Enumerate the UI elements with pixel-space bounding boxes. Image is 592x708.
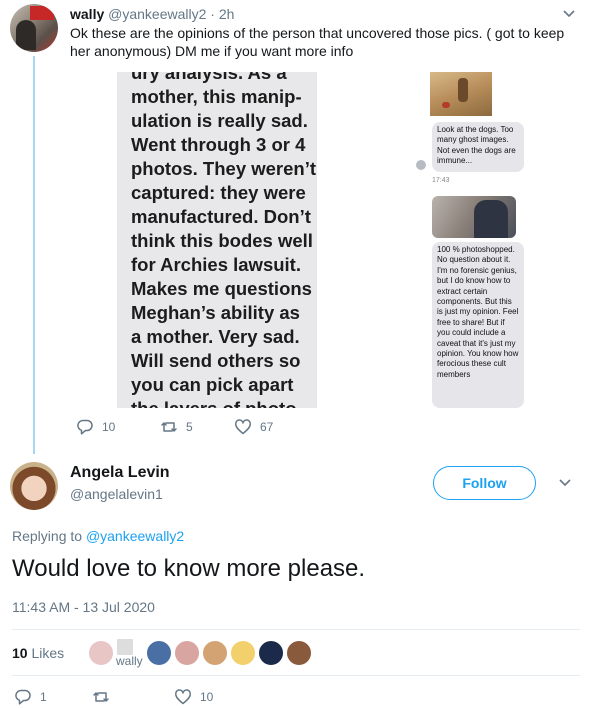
coat-shape bbox=[474, 200, 508, 238]
reply-tweet-text: Would love to know more please. bbox=[12, 555, 366, 582]
retweet-button[interactable]: 5 bbox=[160, 418, 193, 436]
divider bbox=[12, 629, 580, 630]
reply-button[interactable]: 1 bbox=[14, 688, 47, 706]
likes-count: 10 bbox=[12, 645, 28, 661]
liker-avatar[interactable] bbox=[286, 640, 312, 666]
author-name[interactable]: Angela Levin bbox=[70, 464, 170, 482]
people-photo bbox=[432, 196, 516, 238]
heart-icon bbox=[234, 418, 252, 436]
dot-separator: · bbox=[210, 6, 215, 22]
media-right-screenshot[interactable]: Look at the dogs. Too many ghost images.… bbox=[322, 72, 574, 408]
thread-line bbox=[33, 56, 35, 454]
avatar-wally[interactable] bbox=[10, 4, 58, 52]
parent-tweet-text: Ok these are the opinions of the person … bbox=[70, 25, 565, 59]
author-handle[interactable]: @angelalevin1 bbox=[70, 486, 163, 502]
media-line: Went through 3 or 4 bbox=[131, 134, 306, 155]
avatar-angela-levin[interactable] bbox=[10, 462, 58, 510]
replying-handle-link[interactable]: @yankeewally2 bbox=[86, 528, 184, 544]
media-line: Meghan’s ability as bbox=[131, 302, 300, 323]
message-bubble: Look at the dogs. Too many ghost images.… bbox=[432, 122, 524, 172]
dog-shape bbox=[458, 78, 468, 102]
media-line: think this bodes well bbox=[131, 230, 313, 251]
reply-icon bbox=[14, 688, 32, 706]
chevron-down-icon[interactable] bbox=[558, 475, 572, 489]
tweet-timestamp[interactable]: 11:43 AM - 13 Jul 2020 bbox=[12, 599, 155, 615]
reply-button[interactable]: 10 bbox=[76, 418, 115, 436]
avatar-sign bbox=[30, 6, 54, 20]
retweet-icon bbox=[92, 688, 110, 706]
replying-prefix: Replying to bbox=[12, 528, 83, 544]
chevron-down-icon[interactable] bbox=[562, 6, 576, 20]
liker-avatar[interactable] bbox=[258, 640, 284, 666]
media-line: ulation is really sad. bbox=[131, 110, 308, 131]
likes-label: Likes bbox=[31, 645, 65, 661]
liker-avatar[interactable] bbox=[230, 640, 256, 666]
liker-avatar[interactable] bbox=[146, 640, 172, 666]
author-handle[interactable]: @yankeewally2 bbox=[108, 6, 206, 22]
heart-icon bbox=[174, 688, 192, 706]
media-line: you can pick apart bbox=[131, 374, 294, 395]
media-line: mother, this manip- bbox=[131, 86, 302, 107]
tweet-media[interactable]: ury analysis. As a mother, this manip- u… bbox=[70, 72, 574, 408]
reply-count: 10 bbox=[102, 420, 116, 434]
media-line: manufactured. Don’t bbox=[131, 206, 311, 227]
likes-summary[interactable]: 10 Likes bbox=[12, 645, 64, 661]
media-line: for Archies lawsuit. bbox=[131, 254, 301, 275]
like-count: 67 bbox=[260, 420, 274, 434]
reply-count: 1 bbox=[40, 690, 47, 704]
like-button[interactable]: 10 bbox=[174, 688, 213, 706]
dogs-photo bbox=[430, 72, 492, 116]
message-bubble: 100 % photoshopped. No question about it… bbox=[432, 242, 524, 408]
liker-avatar[interactable] bbox=[174, 640, 200, 666]
message-time: 17:43 bbox=[432, 177, 450, 184]
liker-avatar[interactable] bbox=[88, 640, 114, 666]
media-left-screenshot[interactable]: ury analysis. As a mother, this manip- u… bbox=[117, 72, 317, 408]
media-line: Makes me questions bbox=[131, 278, 312, 299]
tweet-age[interactable]: 2h bbox=[219, 6, 235, 22]
like-button[interactable]: 67 bbox=[234, 418, 273, 436]
like-count: 10 bbox=[200, 690, 214, 704]
retweet-icon bbox=[160, 418, 178, 436]
media-line: a mother. Very sad. bbox=[131, 326, 300, 347]
media-line: captured: they were bbox=[131, 182, 306, 203]
parent-tweet-header: wally @yankeewally2 · 2h bbox=[70, 6, 582, 24]
sender-avatar bbox=[416, 160, 426, 170]
liker-avatar[interactable] bbox=[202, 640, 228, 666]
retweet-count: 5 bbox=[186, 420, 193, 434]
media-line: Will send others so bbox=[131, 350, 301, 371]
avatar-figure bbox=[16, 20, 36, 50]
retweet-button[interactable] bbox=[92, 688, 118, 706]
media-line: ury analysis. As a bbox=[131, 72, 287, 83]
reply-icon bbox=[76, 418, 94, 436]
dog-red-shape bbox=[442, 102, 450, 108]
follow-button[interactable]: Follow bbox=[433, 466, 536, 500]
replying-to: Replying to @yankeewally2 bbox=[12, 528, 184, 544]
media-line: photos. They weren’t bbox=[131, 158, 317, 179]
liker-name: wally bbox=[116, 654, 143, 668]
media-line: the layers of photo bbox=[131, 397, 297, 408]
author-name[interactable]: wally bbox=[70, 6, 104, 22]
divider bbox=[12, 675, 580, 676]
